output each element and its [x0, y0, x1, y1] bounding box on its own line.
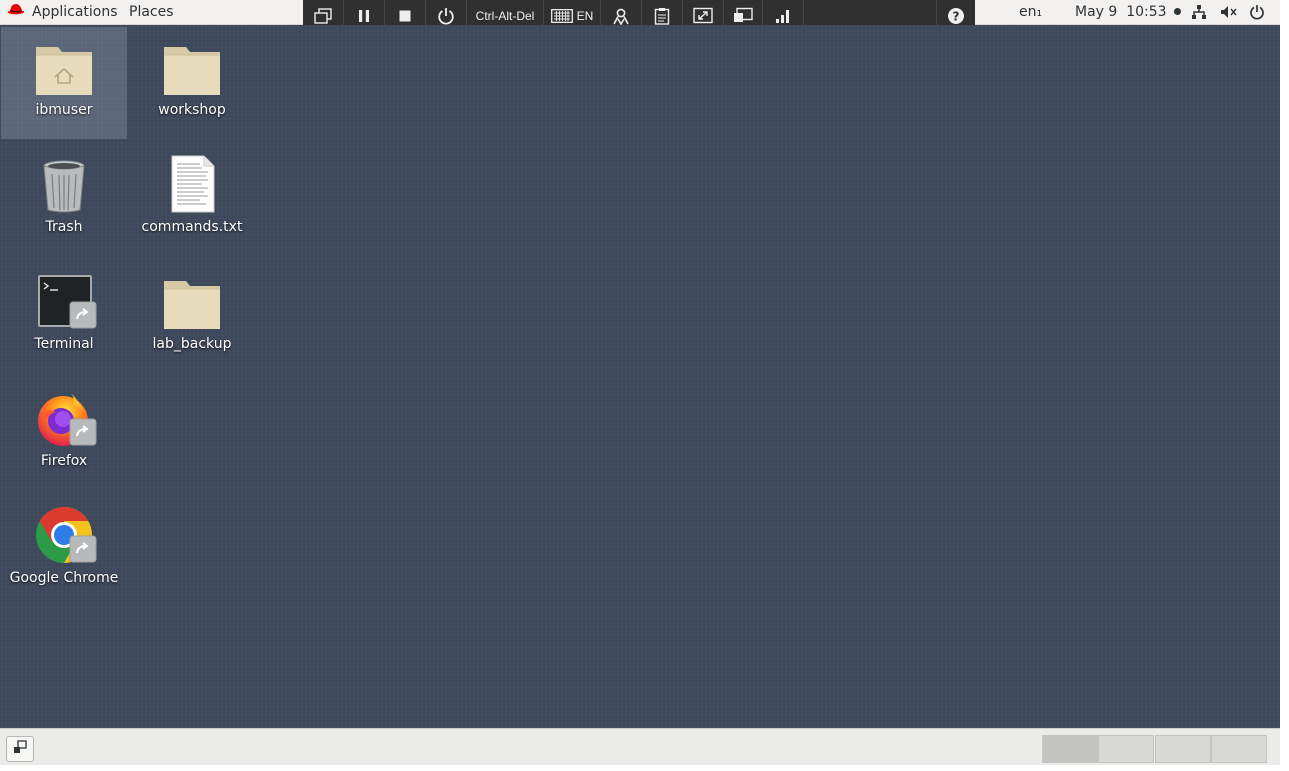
desktop-icon-label: commands.txt — [141, 219, 243, 235]
text-file-icon — [162, 154, 222, 214]
desktop-icon-trash[interactable]: Trash — [1, 144, 127, 256]
applications-menu[interactable]: Applications — [6, 2, 118, 22]
desktop-icon-google-chrome[interactable]: Google Chrome — [1, 495, 127, 607]
desktop-icon-firefox[interactable]: Firefox — [1, 378, 127, 490]
desktop-icon-lab-backup[interactable]: lab_backup — [129, 261, 255, 373]
input-method-indicator[interactable]: en₁ — [1019, 0, 1042, 24]
svg-text:?: ? — [953, 9, 960, 23]
desktop-icon-commands-txt[interactable]: commands.txt — [129, 144, 255, 256]
desktop-icon-label: workshop — [158, 102, 226, 118]
redhat-logo-icon — [6, 2, 26, 22]
desktop-icon-ibmuser[interactable]: ibmuser — [1, 27, 127, 139]
keyboard-icon — [550, 8, 573, 23]
workspace-3[interactable] — [1155, 735, 1211, 763]
screen-border — [0, 765, 1280, 771]
network-icon[interactable] — [1191, 4, 1207, 20]
desktop-icon-label: Firefox — [40, 453, 88, 469]
chrome-icon — [34, 505, 97, 567]
terminal-icon — [34, 271, 97, 333]
desktop-icon-label: Trash — [45, 219, 83, 235]
notification-dot — [1174, 8, 1181, 15]
workspace-1[interactable] — [1042, 735, 1098, 763]
volume-icon[interactable] — [1220, 4, 1238, 20]
screen-border — [1280, 0, 1289, 771]
desktop-icon-workshop[interactable]: workshop — [129, 27, 255, 139]
shortcut-arrow-icon — [69, 418, 97, 450]
home-folder-icon — [34, 37, 94, 97]
clock[interactable]: May 9 10:53 — [1075, 0, 1181, 24]
bottom-panel — [0, 728, 1280, 766]
folder-icon — [162, 37, 222, 97]
folder-icon — [162, 271, 222, 331]
show-desktop-icon — [12, 739, 28, 759]
firefox-icon — [34, 388, 97, 450]
keyboard-layout-label: EN — [576, 8, 594, 23]
desktop-icon-terminal[interactable]: Terminal — [1, 261, 127, 373]
desktop[interactable]: ibmuser workshop Trash commands.txt Term… — [0, 25, 1280, 728]
workspace-2[interactable] — [1098, 735, 1154, 763]
desktop-icon-label: lab_backup — [152, 336, 232, 352]
places-menu[interactable]: Places — [129, 2, 174, 22]
show-desktop-button[interactable] — [6, 736, 34, 762]
workspace-4[interactable] — [1211, 735, 1267, 763]
power-icon[interactable] — [1249, 4, 1265, 20]
desktop-icon-label: ibmuser — [35, 102, 93, 118]
shortcut-arrow-icon — [69, 301, 97, 333]
applications-label: Applications — [32, 4, 118, 20]
clock-text: May 9 10:53 — [1075, 4, 1167, 20]
desktop-icon-label: Terminal — [34, 336, 94, 352]
trash-icon — [34, 154, 94, 214]
desktop-icon-label: Google Chrome — [9, 570, 119, 586]
shortcut-arrow-icon — [69, 535, 97, 567]
